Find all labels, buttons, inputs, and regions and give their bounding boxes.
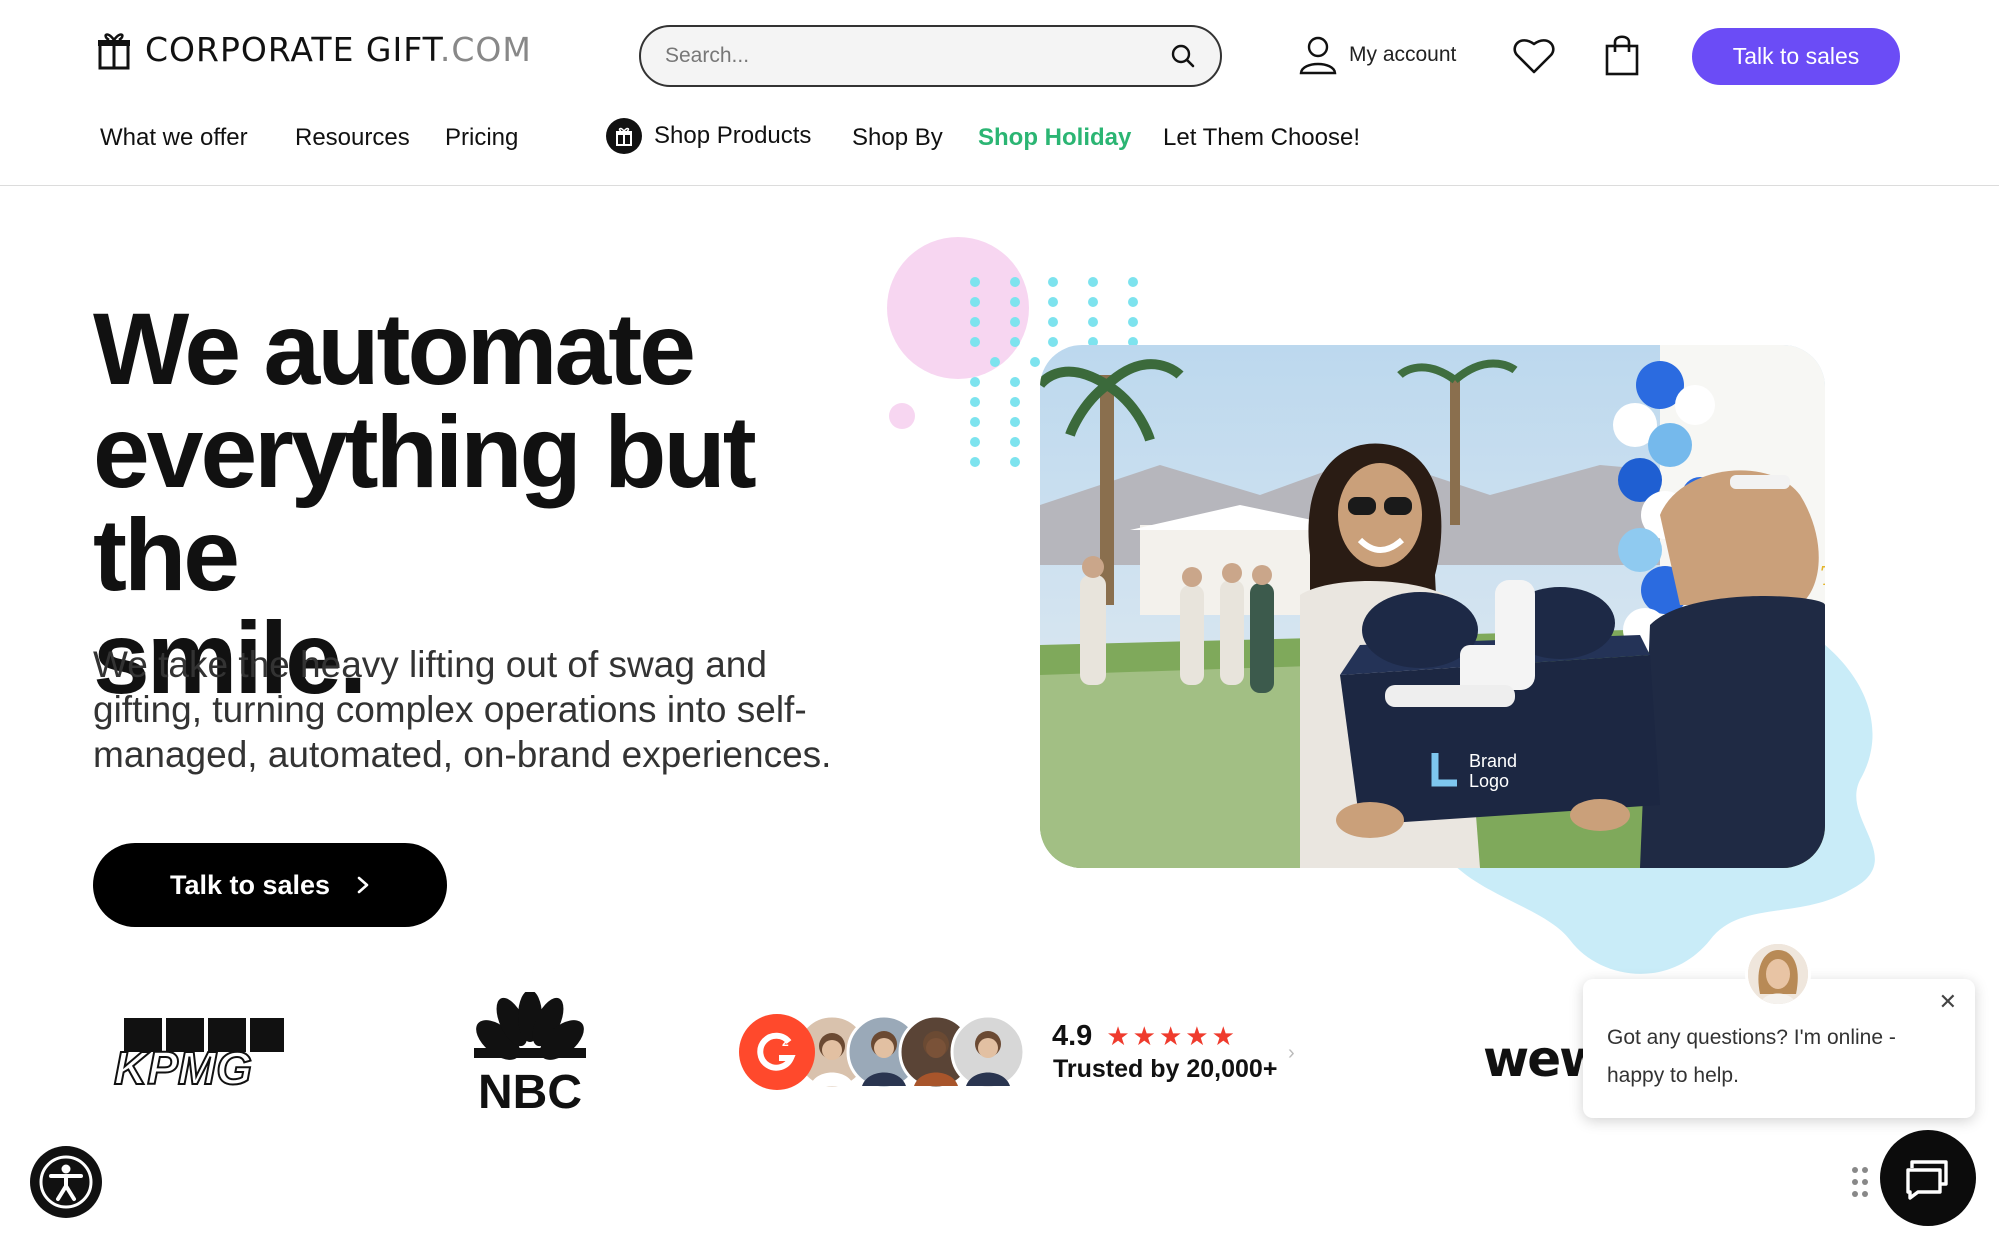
nav-item-label: Shop Products [654,122,812,149]
my-account-link[interactable]: My account [1299,35,1456,75]
gift-badge-icon [606,118,642,154]
shopping-bag-icon[interactable] [1604,34,1640,76]
carousel-arrow-icon[interactable]: › [1288,1042,1295,1065]
nav-item-shop-by[interactable]: Shop By [852,124,943,152]
headline-text: everything but the [93,395,757,612]
nav-item-pricing[interactable]: Pricing [445,124,518,152]
g2-logo-icon: 2 [739,1014,815,1090]
box-logo-text: Logo [1469,771,1509,791]
headline-bold-text: automate [263,292,696,406]
talk-to-sales-hero-button[interactable]: Talk to sales [93,843,447,927]
nbc-text: NBC [478,1066,582,1114]
search-input[interactable] [665,44,1170,68]
nav-item-what-we-offer[interactable]: What we offer [100,124,248,152]
main-nav: What we offer Resources Pricing Shop Pro… [0,118,1999,164]
decorative-pink-dot [889,403,915,429]
svg-text:2: 2 [782,1035,789,1049]
chat-agent-avatar [1745,941,1811,1007]
site-header: CORPORATE GIFT.COM My account Talk to sa… [0,0,1999,186]
kpmg-logo: KPMG [113,1018,284,1088]
search-icon[interactable] [1170,43,1196,69]
heart-icon[interactable] [1512,34,1556,76]
nav-item-let-them-choose[interactable]: Let Them Choose! [1163,124,1360,152]
kpmg-text: KPMG [114,1042,252,1088]
logo-wordmark: CORPORATE GIFT.COM [145,29,532,69]
chat-icon [1906,1160,1948,1200]
talk-to-sales-header-button[interactable]: Talk to sales [1692,28,1900,85]
chat-message: Got any questions? I'm online - happy to… [1607,1026,1896,1087]
close-icon[interactable]: ✕ [1939,989,1957,1015]
chevron-right-icon [357,876,369,894]
site-logo[interactable]: CORPORATE GIFT.COM [97,28,532,70]
box-logo-text: Brand [1469,751,1517,771]
drag-handle-icon[interactable] [1850,1165,1870,1199]
hero-photo: Summer Together Brand Logo [1040,345,1825,868]
nav-item-shop-products[interactable]: Shop Products [606,118,811,154]
button-label: Talk to sales [169,869,331,900]
rating-value: 4.9 [1052,1020,1093,1052]
accessibility-icon [39,1155,93,1209]
nbc-logo: NBC [474,992,586,1114]
reviewer-avatars [796,1014,1026,1090]
nav-item-shop-holiday[interactable]: Shop Holiday [978,124,1131,152]
headline-text: We [93,292,264,406]
gift-icon [98,33,130,70]
my-account-label: My account [1349,43,1457,66]
accessibility-button[interactable] [30,1146,102,1218]
chat-launcher-button[interactable] [1880,1130,1976,1226]
user-icon [1299,36,1337,75]
hero-subhead: We take the heavy lifting out of swag an… [93,644,832,775]
star-rating-icon: ★★★★★ [1106,1021,1238,1051]
trusted-by-text: Trusted by 20,000+ [1053,1055,1278,1083]
nav-item-resources[interactable]: Resources [295,124,410,152]
rating-summary: 4.9 ★★★★★ [1052,1020,1238,1053]
search-bar[interactable] [639,25,1222,87]
